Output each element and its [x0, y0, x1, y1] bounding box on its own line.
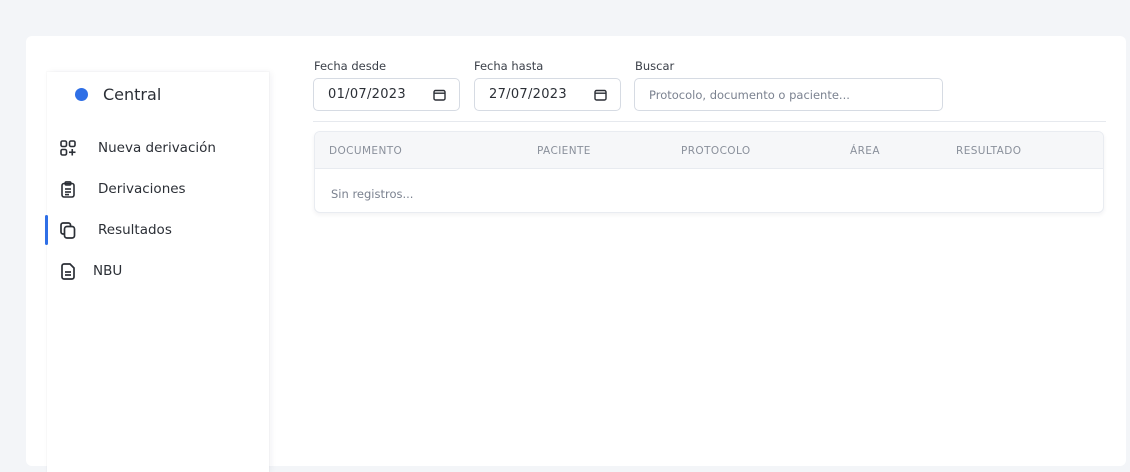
- date-to-value: 27/07/2023: [489, 87, 567, 102]
- sidebar-item-resultados[interactable]: Resultados: [45, 212, 269, 248]
- empty-state-text: Sin registros...: [331, 187, 414, 201]
- column-header-area[interactable]: ÁREA: [850, 145, 880, 157]
- sidebar-item-nueva-derivacion[interactable]: Nueva derivación: [47, 130, 269, 166]
- sidebar-item-derivaciones[interactable]: Derivaciones: [47, 171, 269, 207]
- sidebar-item-label: Derivaciones: [98, 181, 186, 197]
- date-from-label: Fecha desde: [314, 59, 387, 73]
- calendar-icon[interactable]: [433, 89, 446, 101]
- calendar-icon[interactable]: [594, 89, 607, 101]
- copy-icon: [59, 221, 77, 239]
- column-header-paciente[interactable]: PACIENTE: [537, 145, 591, 157]
- brand: Central: [75, 78, 161, 110]
- results-table: DOCUMENTO PACIENTE PROTOCOLO ÁREA RESULT…: [314, 131, 1104, 213]
- sidebar-item-nbu[interactable]: NBU: [47, 253, 269, 289]
- column-header-protocolo[interactable]: PROTOCOLO: [681, 145, 751, 157]
- document-icon: [59, 262, 77, 280]
- sidebar: Central Nueva derivación Derivaciones Re…: [45, 72, 269, 472]
- sidebar-item-label: NBU: [93, 263, 123, 279]
- column-header-resultado[interactable]: RESULTADO: [956, 145, 1021, 157]
- sidebar-item-label: Nueva derivación: [98, 140, 216, 156]
- brand-name: Central: [103, 84, 162, 104]
- date-to-label: Fecha hasta: [474, 59, 544, 73]
- sidebar-item-label: Resultados: [98, 222, 172, 238]
- divider: [313, 121, 1106, 122]
- search-label: Buscar: [635, 59, 675, 73]
- clipboard-list-icon: [59, 180, 77, 198]
- date-from-value: 01/07/2023: [328, 87, 406, 102]
- column-header-documento[interactable]: DOCUMENTO: [329, 145, 402, 157]
- brand-dot-icon: [75, 87, 88, 101]
- date-from-field[interactable]: 01/07/2023: [313, 78, 460, 111]
- search-input[interactable]: [634, 78, 943, 111]
- grid-plus-icon: [59, 139, 77, 157]
- table-header: DOCUMENTO PACIENTE PROTOCOLO ÁREA RESULT…: [315, 132, 1103, 169]
- date-to-field[interactable]: 27/07/2023: [474, 78, 621, 111]
